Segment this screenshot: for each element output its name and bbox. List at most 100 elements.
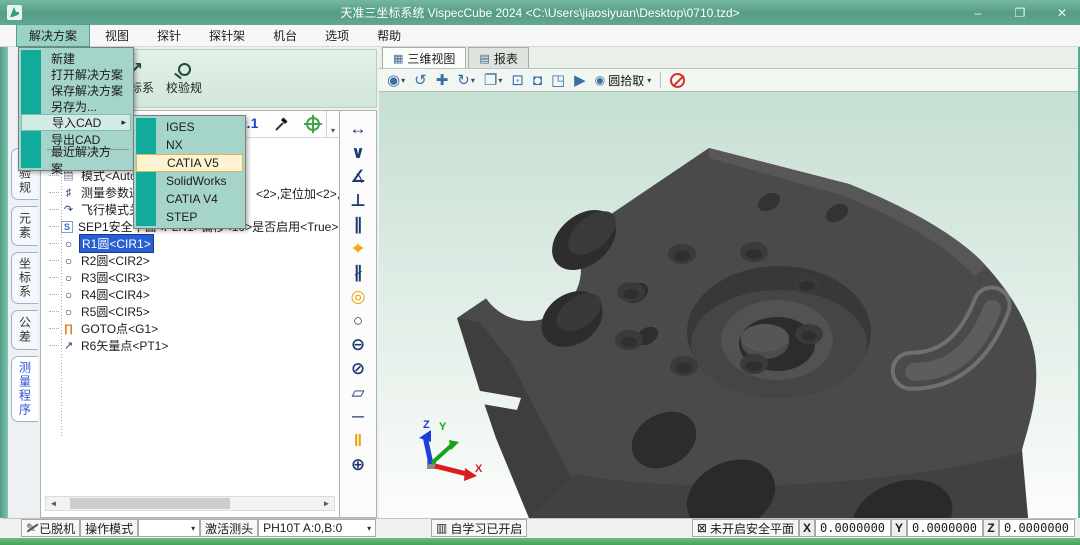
tree-item-vector-point[interactable]: ↗ R6矢量点<PT1> <box>49 337 170 354</box>
circle-pick-dropdown[interactable]: ◉ 圆拾取 ▾ <box>595 72 652 89</box>
menu-probe[interactable]: 探针 <box>144 24 194 47</box>
self-learn-icon: ▥ <box>436 521 447 535</box>
menu-item-save-solution[interactable]: 保存解决方案 <box>21 82 131 98</box>
op-mode-select[interactable]: ▾ <box>138 519 200 537</box>
hammer-icon[interactable] <box>273 116 289 132</box>
menu-item-open-solution[interactable]: 打开解决方案 <box>21 66 131 82</box>
safety-plane-off-icon: ⊠ <box>697 521 707 535</box>
scrollbar-thumb[interactable] <box>70 498 230 509</box>
menu-machine[interactable]: 机台 <box>260 24 310 47</box>
coord-y-value: 0.0000000 <box>907 519 983 537</box>
pick-label: 圆拾取 <box>608 72 644 89</box>
tree-item-circle-r1[interactable]: ○ R1圆<CIR1> <box>49 235 154 252</box>
scroll-right-icon[interactable]: ► <box>319 497 334 510</box>
view-cube-button[interactable]: ❐ ▾ <box>484 71 502 89</box>
submenu-item-nx[interactable]: NX <box>136 136 243 154</box>
chevron-down-icon: ▾ <box>367 524 371 533</box>
submenu-item-step[interactable]: STEP <box>136 208 243 226</box>
tree-item-goto-point[interactable]: ∏ GOTO点<G1> <box>49 320 160 337</box>
parallel-lines-icon[interactable]: ‖ <box>345 429 371 452</box>
circle-icon: ○ <box>61 305 76 319</box>
tab-coordsys[interactable]: 坐标系 <box>11 252 38 304</box>
window-title: 天准三坐标系统 VispecCube 2024 <C:\Users\jiaosi… <box>0 4 1080 21</box>
runout-icon[interactable]: ⊘ <box>345 357 371 380</box>
straightness-icon[interactable]: ─ <box>345 405 371 428</box>
active-probe-label: 激活测头 <box>200 519 258 537</box>
menu-item-recent-solutions[interactable]: 最近解决方案... <box>21 152 131 168</box>
tab-measure-program[interactable]: 测量程序 <box>11 356 38 422</box>
report-tab-icon: ▤ <box>479 52 489 65</box>
goto-icon: ∏ <box>61 323 76 335</box>
select-icon: ◳ <box>551 71 565 89</box>
tab-3d-view[interactable]: ▦ 三维视图 <box>382 47 466 68</box>
distance-icon[interactable]: ↔ <box>345 117 371 140</box>
chevron-down-icon: ▾ <box>647 76 651 85</box>
menu-view[interactable]: 视图 <box>92 24 142 47</box>
rotate-view-button[interactable]: ↻ ▾ <box>457 71 475 89</box>
flatness-icon[interactable]: ▱ <box>345 381 371 404</box>
parallelism-icon[interactable]: ∥ <box>345 213 371 236</box>
view-panel: ▦ 三维视图 ▤ 报表 ◉ ▾ ↺ ✚ ↻ ▾ ❐ <box>379 47 1078 518</box>
submenu-item-solidworks[interactable]: SolidWorks <box>136 172 243 190</box>
axis-y-label: Y <box>439 421 447 433</box>
fit-view-button[interactable]: ⊡ <box>511 71 524 89</box>
angle-icon[interactable]: ∨ <box>345 141 371 164</box>
probe-disabled-icon[interactable] <box>670 73 685 88</box>
self-learn-button[interactable]: ▥ 自学习已开启 <box>431 519 527 537</box>
view-tab-bar: ▦ 三维视图 ▤ 报表 <box>379 47 1078 69</box>
menu-item-import-cad[interactable]: 导入CAD ▸ <box>21 114 131 131</box>
tree-item-circle-r3[interactable]: ○ R3圆<CIR3> <box>49 269 152 286</box>
menu-probe-rack[interactable]: 探针架 <box>196 24 258 47</box>
eye-button[interactable]: ◉ ▾ <box>387 71 405 89</box>
toolbar-overflow-button[interactable]: ▾ <box>326 111 339 137</box>
tree-horizontal-scrollbar[interactable]: ◄ ► <box>45 496 335 511</box>
minimize-button[interactable]: – <box>968 6 988 20</box>
menu-item-save-as[interactable]: 另存为... <box>21 98 131 114</box>
menu-solution[interactable]: 解决方案 <box>16 24 90 47</box>
close-button[interactable]: ✕ <box>1052 6 1072 20</box>
tab-report[interactable]: ▤ 报表 <box>468 47 528 68</box>
tab-tolerance[interactable]: 公差 <box>11 310 38 350</box>
locate-button[interactable]: ◘ <box>533 72 542 89</box>
circle-feature-icon[interactable]: ○ <box>345 309 371 332</box>
gauge-button[interactable]: 校验规 <box>161 54 207 104</box>
submenu-item-catia-v4[interactable]: CATIA V4 <box>136 190 243 208</box>
position-icon[interactable]: ⌖ <box>345 237 371 260</box>
concentricity-icon[interactable]: ◎ <box>345 285 371 308</box>
perpendicularity-icon[interactable]: ⊥ <box>345 189 371 212</box>
magnifier-icon <box>178 63 191 76</box>
fit-icon: ⊡ <box>511 71 524 89</box>
menu-help[interactable]: 帮助 <box>364 24 414 47</box>
restore-button[interactable]: ❐ <box>1010 6 1030 20</box>
circle-cross-icon[interactable]: ⊕ <box>345 453 371 476</box>
select-window-button[interactable]: ◳ <box>551 71 565 89</box>
tab-elements[interactable]: 元素 <box>11 206 38 246</box>
offline-status: ✎ 已脱机 <box>21 519 80 537</box>
vector-point-icon: ↗ <box>61 339 76 352</box>
toolbar-divider <box>660 72 661 88</box>
pick-circle-icon: ◉ <box>595 73 605 87</box>
window-frame-bottom <box>0 538 1080 545</box>
coord-y-label: Y <box>891 519 907 537</box>
position-target-icon[interactable] <box>306 117 320 131</box>
play-button[interactable]: ▶ <box>574 71 586 89</box>
submenu-item-catia-v5[interactable]: CATIA V5 <box>136 154 243 172</box>
pan-button[interactable]: ✚ <box>436 71 449 89</box>
symmetry-icon[interactable]: ⊖ <box>345 333 371 356</box>
active-probe-select[interactable]: PH10T A:0,B:0 ▾ <box>258 519 376 537</box>
orbit-button[interactable]: ↺ <box>414 71 427 89</box>
tree-item-circle-r4[interactable]: ○ R4圆<CIR4> <box>49 286 152 303</box>
angularity-icon[interactable]: ∦ <box>345 261 371 284</box>
scroll-left-icon[interactable]: ◄ <box>46 497 61 510</box>
menu-item-new[interactable]: 新建 <box>21 50 131 66</box>
menu-options[interactable]: 选项 <box>312 24 362 47</box>
submenu-item-iges[interactable]: IGES <box>136 118 243 136</box>
viewport-3d[interactable]: Z Y X <box>379 92 1078 518</box>
params-text-tail: <2>,定位加<2>,测量 <box>256 185 340 202</box>
gauge-label: 校验规 <box>166 79 202 96</box>
chevron-down-icon: ▾ <box>401 76 405 85</box>
app-logo-icon <box>6 4 23 21</box>
tree-item-circle-r5[interactable]: ○ R5圆<CIR5> <box>49 303 152 320</box>
angle2-icon[interactable]: ∡ <box>345 165 371 188</box>
tree-item-circle-r2[interactable]: ○ R2圆<CIR2> <box>49 252 152 269</box>
